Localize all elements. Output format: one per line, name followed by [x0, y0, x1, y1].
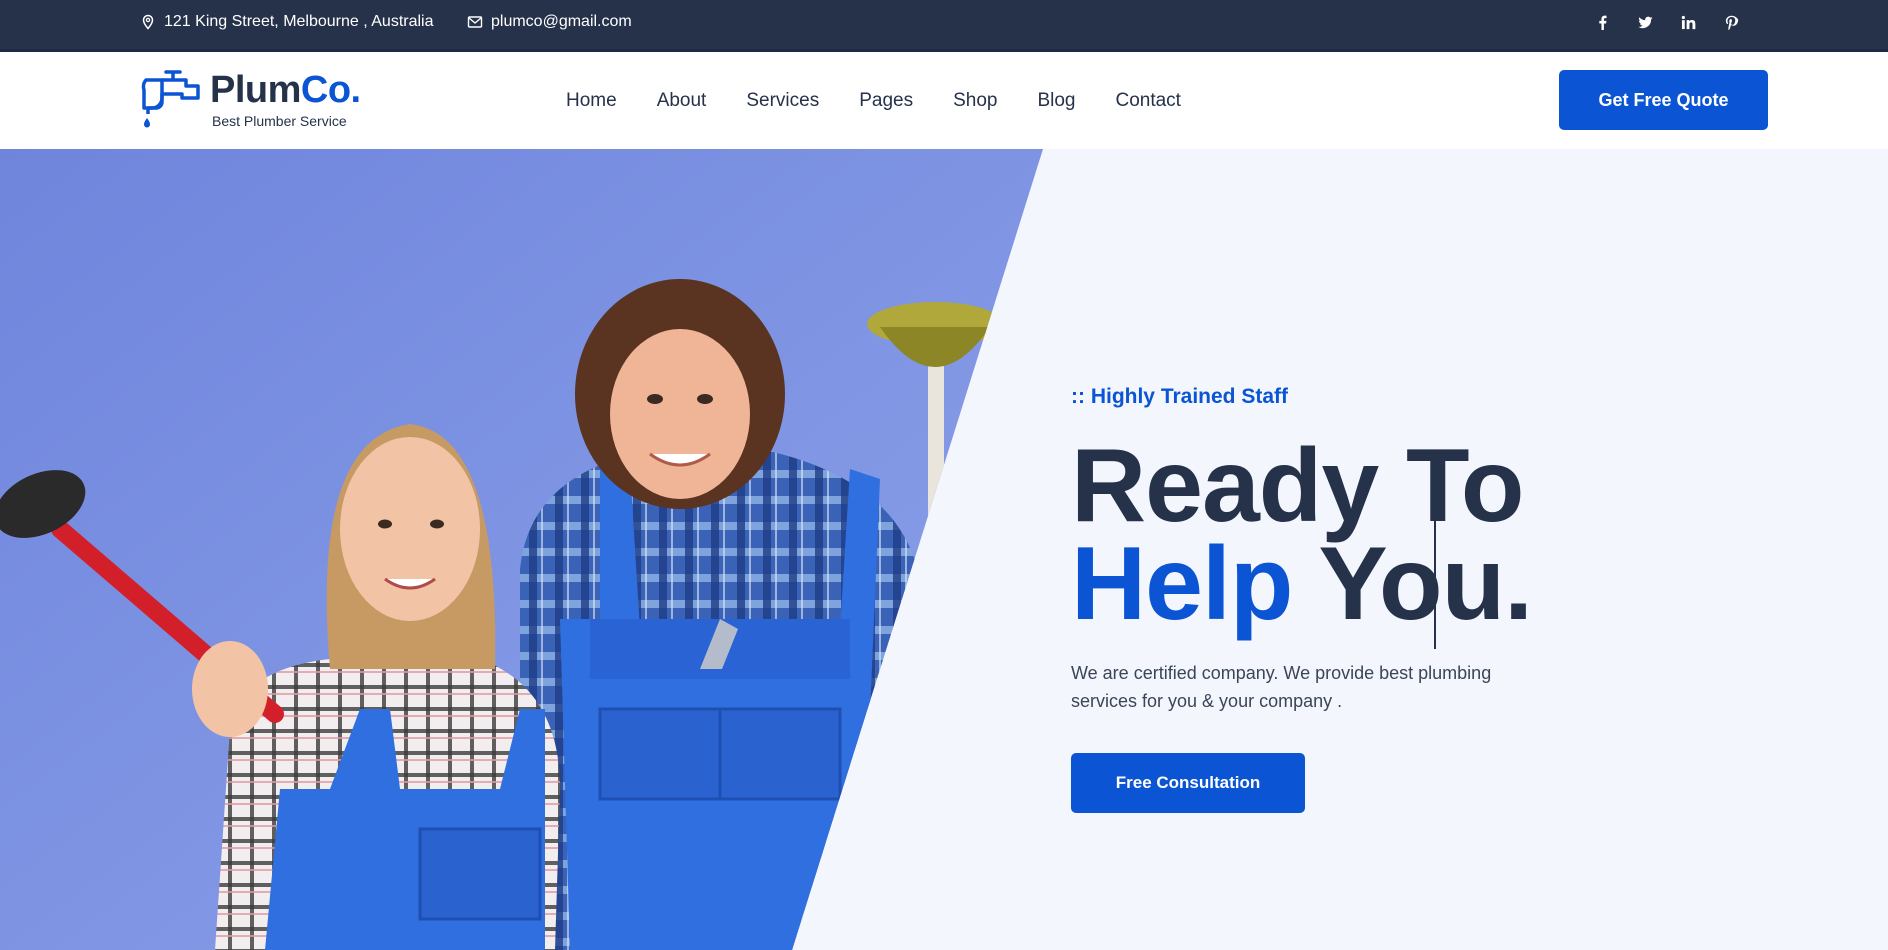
- facebook-icon[interactable]: [1590, 10, 1614, 34]
- free-consultation-button[interactable]: Free Consultation: [1071, 753, 1305, 813]
- headline-rest: You.: [1292, 526, 1533, 642]
- hero-description: We are certified company. We provide bes…: [1071, 663, 1492, 711]
- pinterest-icon[interactable]: [1719, 10, 1743, 34]
- email-info[interactable]: plumco@gmail.com: [467, 0, 632, 44]
- location-pin-icon: [142, 14, 154, 30]
- nav-home[interactable]: Home: [566, 90, 617, 112]
- brand-tagline: Best Plumber Service: [212, 113, 347, 129]
- brand-name-accent: Co.: [300, 69, 361, 111]
- nav-shop[interactable]: Shop: [953, 90, 997, 112]
- hero-eyebrow: :: Highly Trained Staff: [1071, 385, 1289, 408]
- email-text[interactable]: plumco@gmail.com: [491, 13, 632, 31]
- hero-headline: Ready To Help You.: [1071, 434, 1533, 636]
- address-text: 121 King Street, Melbourne , Australia: [164, 13, 434, 30]
- plumbers-hero-image: [0, 149, 1043, 950]
- get-free-quote-button[interactable]: Get Free Quote: [1559, 70, 1768, 130]
- hero-section: :: Highly Trained Staff Ready To Help Yo…: [0, 149, 1888, 950]
- site-header: PlumCo. Best Plumber Service Home About …: [0, 52, 1888, 149]
- typing-caret: [1434, 514, 1436, 649]
- nav-about[interactable]: About: [657, 90, 707, 112]
- envelope-icon: [467, 16, 483, 28]
- brand-name-main: Plum: [210, 69, 301, 111]
- main-nav: Home About Services Pages Shop Blog Cont…: [566, 52, 1181, 149]
- headline-highlight: Help: [1071, 526, 1293, 642]
- nav-pages[interactable]: Pages: [859, 90, 913, 112]
- nav-blog[interactable]: Blog: [1037, 90, 1075, 112]
- address-info: 121 King Street, Melbourne , Australia: [140, 0, 434, 44]
- linkedin-icon[interactable]: [1676, 10, 1700, 34]
- brand-name: PlumCo.: [210, 70, 361, 110]
- social-links: [1590, 10, 1743, 34]
- faucet-logo-icon: [141, 70, 200, 128]
- nav-services[interactable]: Services: [746, 90, 819, 112]
- site-logo[interactable]: PlumCo. Best Plumber Service: [138, 68, 361, 130]
- top-info-bar: 121 King Street, Melbourne , Australia p…: [0, 0, 1888, 52]
- twitter-icon[interactable]: [1633, 10, 1657, 34]
- nav-contact[interactable]: Contact: [1115, 90, 1180, 112]
